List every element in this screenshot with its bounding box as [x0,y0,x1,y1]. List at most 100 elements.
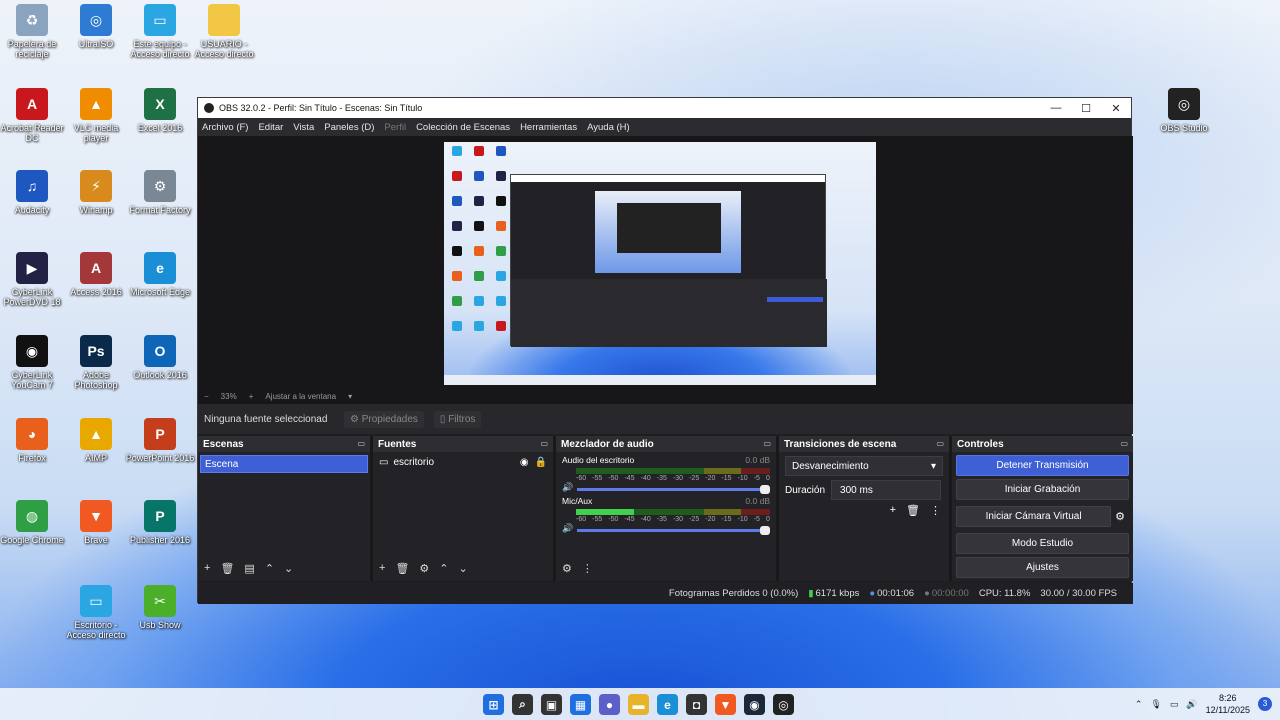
chevron-up-icon[interactable]: ⌃ [1135,699,1143,710]
desktop-icon[interactable]: ▼ Brave [64,500,128,545]
fit-to-window-button[interactable]: Ajustar a la ventana [265,392,336,401]
notification-badge[interactable]: 3 [1258,697,1272,711]
brave-icon[interactable]: ▼ [715,694,736,715]
preview-canvas[interactable] [444,142,876,385]
remove-transition-icon[interactable]: 🗑 [906,504,920,517]
volume-slider-knob[interactable] [760,485,770,494]
desktop-icon[interactable]: ◕ Firefox [0,418,64,463]
volume-slider-knob[interactable] [760,526,770,535]
transition-menu-icon[interactable]: ⋮ [930,504,941,517]
undock-icon[interactable]: ▭ [540,439,548,449]
menu-editar[interactable]: Editar [258,122,283,133]
desktop-icon[interactable]: ▲ VLC media player [64,88,128,143]
menu-paneles[interactable]: Paneles (D) [324,122,374,133]
zoom-in-button[interactable]: + [249,392,254,401]
remove-source-icon[interactable]: 🗑 [395,562,409,575]
desktop-icon[interactable]: P PowerPoint 2016 [126,418,194,463]
transition-select[interactable]: Desvanecimiento ▾ [785,456,943,476]
add-source-icon[interactable]: + [379,562,385,575]
move-down-icon[interactable]: ⌄ [459,562,468,575]
speaker-icon[interactable]: 🔊 [562,523,573,534]
menu-coleccion-escenas[interactable]: Colección de Escenas [416,122,510,133]
close-button[interactable]: ✕ [1101,102,1131,115]
desktop-icon[interactable]: e Microsoft Edge [128,252,192,297]
gear-icon: ⚙ [350,413,362,425]
search-icon[interactable]: ⌕ [512,694,533,715]
lock-icon[interactable]: 🔒 [535,457,547,468]
desktop-icon[interactable]: ▭ Este equipo - Acceso directo [128,4,192,59]
desktop-icon[interactable]: ▭ Escritorio - Acceso directo [64,585,128,640]
menu-vista[interactable]: Vista [293,122,314,133]
studio-mode-button[interactable]: Modo Estudio [956,533,1129,554]
windows-start-icon[interactable]: ⊞ [483,694,504,715]
menu-herramientas[interactable]: Herramientas [520,122,577,133]
store-icon[interactable]: ◘ [686,694,707,715]
zoom-out-button[interactable]: − [204,392,209,401]
scene-filters-icon[interactable]: ▤ [244,562,254,575]
advanced-audio-icon[interactable]: ⚙ [562,562,572,575]
desktop-icon[interactable]: ◍ Google Chrome [0,500,64,545]
desktop-icon[interactable]: ◎ UltraISO [64,4,128,49]
desktop-icon[interactable]: ✂ Usb Show [128,585,192,630]
desktop-icon[interactable]: ▶ CyberLink PowerDVD 18 [0,252,64,307]
desktop-icon[interactable]: ♻ Papelera de reciclaje [0,4,64,59]
start-virtual-camera-button[interactable]: Iniciar Cámara Virtual [956,506,1112,527]
desktop-icon[interactable]: ◉ CyberLink YouCam 7 [0,335,64,390]
desktop-icon[interactable]: Ps Adobe Photoshop [64,335,128,390]
desktop-icon[interactable]: A Acrobat Reader DC [0,88,64,143]
desktop-icon[interactable]: O Outlook 2016 [128,335,192,380]
menu-perfil[interactable]: Perfil [384,122,406,133]
steam-icon[interactable]: ◉ [744,694,765,715]
teams-chat-icon[interactable]: ● [599,694,620,715]
desktop-icon[interactable]: ⚙ Format Factory [128,170,192,215]
undock-icon[interactable]: ▭ [936,439,944,449]
desktop-icon[interactable]: ♫ Audacity [0,170,64,215]
remove-scene-icon[interactable]: 🗑 [220,562,234,575]
title-bar[interactable]: OBS 32.0.2 - Perfil: Sin Título - Escena… [198,98,1131,118]
duration-input[interactable]: 300 ms [831,480,942,500]
edge-icon[interactable]: e [657,694,678,715]
network-icon[interactable]: ▭ [1170,699,1179,710]
volume-slider[interactable] [577,485,770,494]
desktop-icon[interactable]: ▲ AIMP [64,418,128,463]
obs-icon[interactable]: ◎ [773,694,794,715]
desktop-icon[interactable]: A Access 2016 [64,252,128,297]
speaker-icon[interactable]: 🔊 [562,482,573,493]
move-up-icon[interactable]: ⌃ [265,562,274,575]
desktop-icon[interactable]: ⚡ Winamp [64,170,128,215]
desktop-icon[interactable]: ◎ OBS Studio [1152,88,1216,133]
maximize-button[interactable]: ☐ [1071,102,1101,115]
stop-stream-button[interactable]: Detener Transmisión [956,455,1129,476]
microphone-icon[interactable]: 🎙 [1150,699,1161,710]
zoom-dropdown-icon[interactable]: ▾ [348,392,352,401]
add-scene-icon[interactable]: + [204,562,210,575]
scene-item[interactable]: Escena [200,455,368,473]
menu-archivo[interactable]: Archivo (F) [202,122,248,133]
widgets-icon[interactable]: ▦ [570,694,591,715]
filters-button[interactable]: ▯ Filtros [433,410,482,428]
properties-button[interactable]: ⚙ Propiedades [344,410,424,428]
speaker-icon[interactable]: 🔊 [1186,699,1197,710]
settings-button[interactable]: Ajustes [956,557,1129,578]
source-item[interactable]: ▭ escritorio ◉ 🔒 [373,452,553,472]
mixer-menu-icon[interactable]: ⋮ [582,562,593,575]
menu-ayuda[interactable]: Ayuda (H) [587,122,630,133]
volume-slider[interactable] [577,526,770,535]
start-recording-button[interactable]: Iniciar Grabación [956,479,1129,500]
file-explorer-icon[interactable]: ▬ [628,694,649,715]
task-view-icon[interactable]: ▣ [541,694,562,715]
undock-icon[interactable]: ▭ [357,439,365,449]
clock[interactable]: 8:26 12/11/2025 [1206,692,1250,716]
minimize-button[interactable]: — [1041,102,1071,114]
move-up-icon[interactable]: ⌃ [439,562,448,575]
undock-icon[interactable]: ▭ [763,439,771,449]
desktop-icon[interactable]: P Publisher 2016 [128,500,192,545]
visibility-eye-icon[interactable]: ◉ [520,457,529,468]
source-properties-icon[interactable]: ⚙ [419,562,429,575]
virtual-camera-settings-gear-icon[interactable]: ⚙ [1115,510,1125,523]
move-down-icon[interactable]: ⌄ [284,562,293,575]
desktop-icon[interactable]: X Excel 2016 [128,88,192,133]
undock-icon[interactable]: ▭ [1120,439,1128,449]
desktop-icon[interactable]: USUARIO - Acceso directo [192,4,256,59]
add-transition-icon[interactable]: + [890,504,896,517]
